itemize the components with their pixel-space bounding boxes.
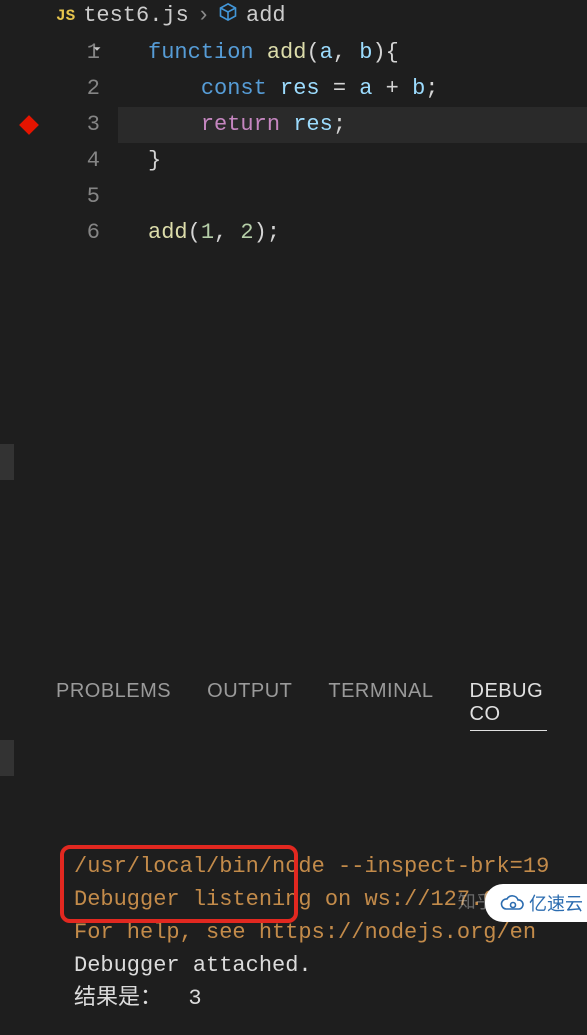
code-line[interactable]: function add(a, b){ — [118, 35, 587, 71]
watermark-logo: 亿速云 — [485, 884, 587, 922]
tab-output[interactable]: OUTPUT — [207, 680, 292, 731]
js-file-icon: JS — [56, 7, 75, 25]
symbol-method-icon — [218, 2, 238, 29]
code-line[interactable]: const res = a + b; — [118, 71, 587, 107]
console-line: 结果是： 3 — [74, 982, 567, 1015]
console-line: /usr/local/bin/node --inspect-brk=19 — [74, 850, 567, 883]
code-line[interactable] — [118, 179, 587, 215]
panel-tabs: PROBLEMS OUTPUT TERMINAL DEBUG CO — [16, 672, 587, 743]
code-line[interactable]: add(1, 2); — [118, 215, 587, 251]
line-number[interactable]: 5 — [0, 179, 100, 215]
code-line[interactable]: } — [118, 143, 587, 179]
line-gutter: 123456 — [0, 35, 118, 251]
breakpoint-icon[interactable] — [19, 115, 39, 135]
line-number[interactable]: 2 — [0, 71, 100, 107]
bottom-panel: PROBLEMS OUTPUT TERMINAL DEBUG CO /usr/loca… — [16, 672, 587, 1035]
code-line[interactable]: return res; — [118, 107, 587, 143]
tab-terminal[interactable]: TERMINAL — [328, 680, 433, 731]
line-number[interactable]: 1 — [0, 35, 100, 71]
line-number[interactable]: 6 — [0, 215, 100, 251]
breadcrumb-symbol[interactable]: add — [246, 3, 286, 28]
breadcrumb: JS test6.js › add — [0, 0, 587, 35]
tab-problems[interactable]: PROBLEMS — [56, 680, 171, 731]
console-line: Debugger attached. — [74, 949, 567, 982]
code-content[interactable]: function add(a, b){ const res = a + b; r… — [118, 35, 587, 251]
tab-debug-co[interactable]: DEBUG CO — [470, 680, 548, 731]
code-editor[interactable]: 123456 function add(a, b){ const res = a… — [0, 35, 587, 251]
line-number[interactable]: 4 — [0, 143, 100, 179]
cloud-icon — [499, 894, 525, 912]
line-number[interactable]: 3 — [0, 107, 100, 143]
chevron-down-icon[interactable] — [90, 35, 104, 71]
breadcrumb-separator: › — [197, 3, 210, 28]
watermark-logo-text: 亿速云 — [529, 890, 583, 916]
breadcrumb-file[interactable]: test6.js — [83, 3, 189, 28]
console-line: For help, see https://nodejs.org/en — [74, 916, 567, 949]
